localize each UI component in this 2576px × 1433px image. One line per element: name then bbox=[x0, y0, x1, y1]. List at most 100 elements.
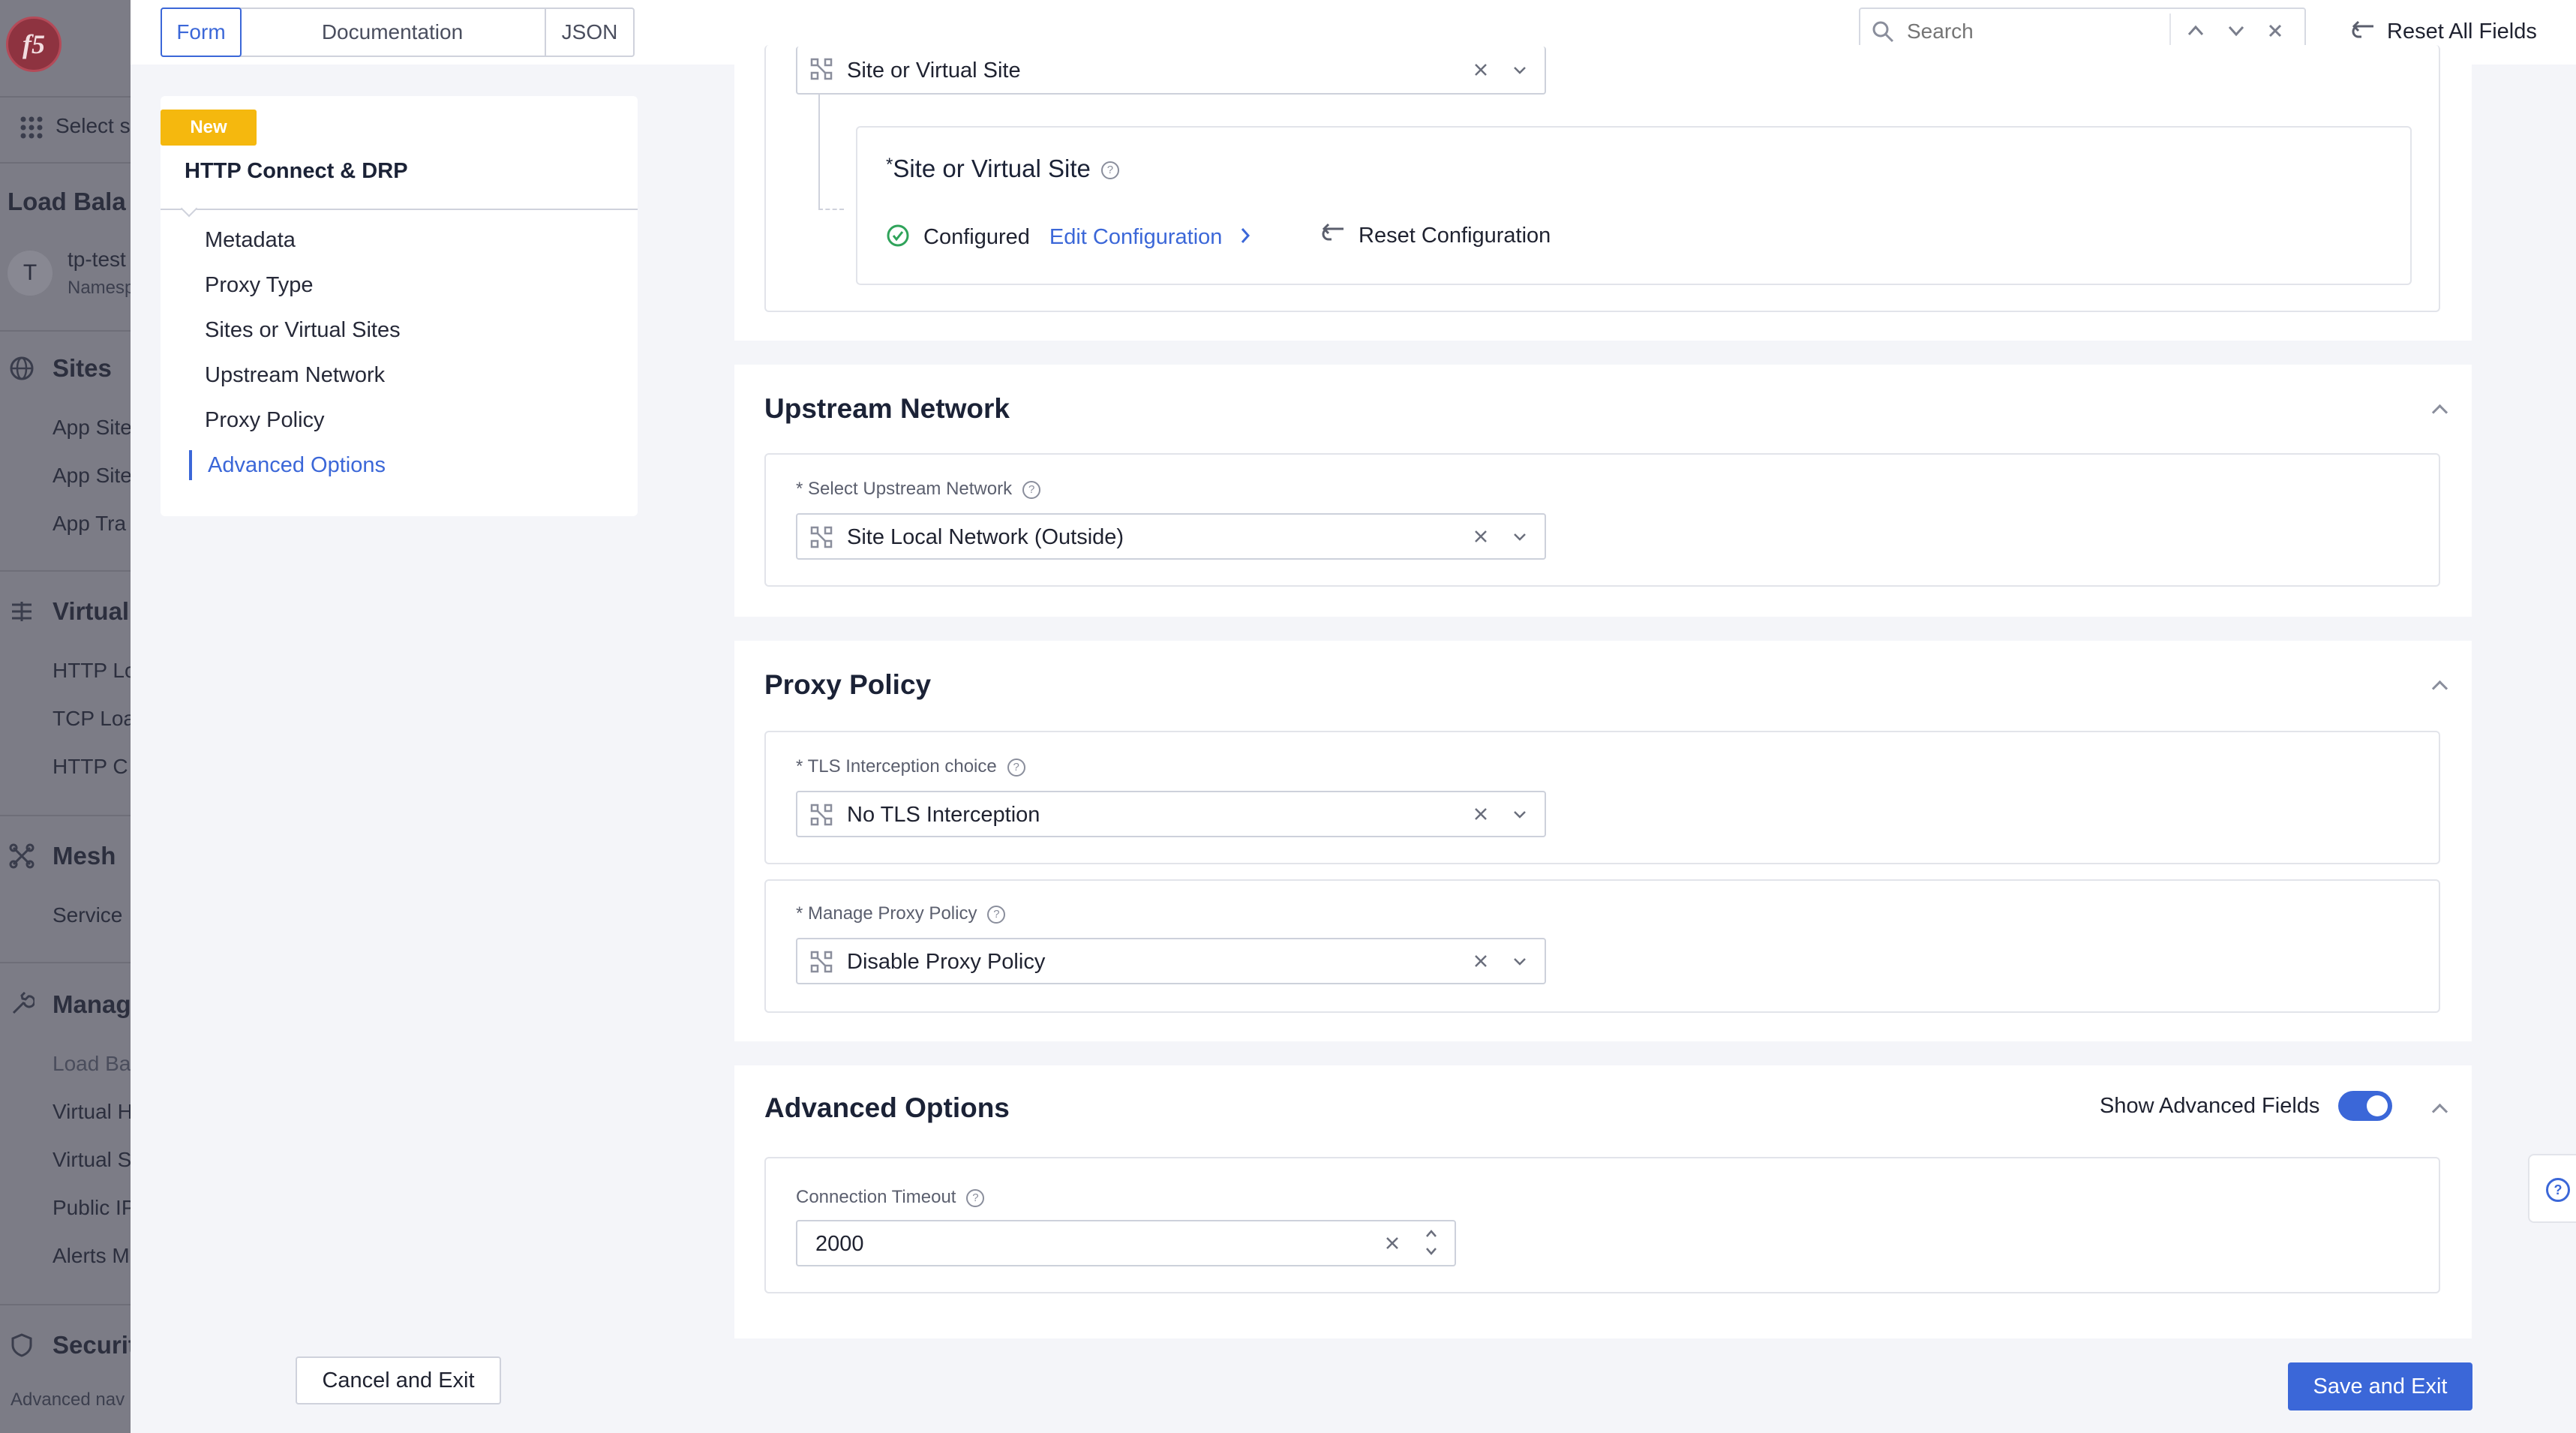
site-select-value: Site or Virtual Site bbox=[847, 59, 1021, 83]
section-title: Upstream Network bbox=[764, 393, 1010, 424]
grid-icon[interactable] bbox=[20, 116, 44, 140]
help-icon: ? bbox=[966, 1188, 985, 1207]
save-and-exit-button[interactable]: Save and Exit bbox=[2288, 1362, 2472, 1410]
help-icon: ? bbox=[1100, 161, 1119, 180]
tab-json[interactable]: JSON bbox=[546, 9, 633, 56]
previous-match-icon[interactable] bbox=[2184, 20, 2207, 46]
chevron-down-icon[interactable] bbox=[1512, 62, 1528, 82]
chevron-down-icon[interactable] bbox=[1512, 806, 1528, 826]
chevron-down-icon[interactable] bbox=[1512, 953, 1528, 973]
field-label: * TLS Interception choice? bbox=[796, 756, 1025, 777]
clear-icon[interactable] bbox=[1473, 528, 1489, 548]
toggle-knob bbox=[2367, 1095, 2388, 1116]
collapse-icon[interactable] bbox=[2431, 1103, 2448, 1120]
nav-item[interactable]: App Tra bbox=[53, 512, 126, 536]
manage-proxy-policy-select[interactable]: Disable Proxy Policy bbox=[796, 938, 1546, 984]
collapse-icon[interactable] bbox=[2431, 680, 2448, 697]
decrement-icon[interactable] bbox=[1423, 1244, 1440, 1263]
reset-all-fields-button[interactable]: Reset All Fields bbox=[2351, 15, 2537, 48]
question-icon: ? bbox=[2546, 1178, 2570, 1202]
reset-icon bbox=[1321, 223, 1347, 249]
field-label: Connection Timeout? bbox=[796, 1187, 985, 1208]
progress-divider bbox=[161, 209, 638, 210]
active-indicator bbox=[189, 450, 192, 480]
collapse-icon[interactable] bbox=[2431, 404, 2448, 421]
search-icon bbox=[1871, 20, 1895, 47]
nav-group-manage[interactable]: Manag bbox=[53, 990, 131, 1019]
configured-label: Configured bbox=[923, 224, 1030, 249]
nav-item[interactable]: TCP Loa bbox=[53, 707, 131, 731]
mesh-icon bbox=[9, 843, 35, 873]
show-advanced-fields-label: Show Advanced Fields bbox=[2100, 1094, 2320, 1118]
help-widget[interactable]: ? bbox=[2528, 1154, 2576, 1223]
namespace-sub: Namesp bbox=[68, 278, 131, 298]
configured-status: Configured Edit Configuration bbox=[886, 222, 1252, 252]
clear-icon[interactable] bbox=[1473, 62, 1489, 82]
cancel-and-exit-button[interactable]: Cancel and Exit bbox=[296, 1356, 501, 1404]
nav-item[interactable]: HTTP Lo bbox=[53, 659, 131, 683]
nav-group-sites[interactable]: Sites bbox=[53, 354, 112, 383]
nav-group-mesh[interactable]: Mesh bbox=[53, 842, 116, 870]
nav-group-virtual[interactable]: Virtual bbox=[53, 597, 129, 626]
nav-item[interactable]: Load Ba bbox=[53, 1052, 131, 1076]
f5-logo[interactable]: f5 bbox=[6, 17, 62, 72]
check-circle-icon bbox=[886, 224, 910, 251]
nav-group-security[interactable]: Securit bbox=[53, 1331, 131, 1359]
field-box: Connection Timeout? 2000 bbox=[764, 1157, 2440, 1293]
progress-item-proxy-type[interactable]: Proxy Type bbox=[205, 273, 314, 298]
progress-item-advanced-options[interactable]: Advanced Options bbox=[208, 453, 386, 478]
tree-connector bbox=[818, 95, 844, 210]
section-advanced-options: Advanced Options Show Advanced Fields Co… bbox=[734, 1065, 2472, 1338]
select-workspace[interactable]: Select s bbox=[56, 114, 131, 138]
section-title: Proxy Policy bbox=[764, 669, 932, 700]
site-config-title: *Site or Virtual Site? bbox=[886, 155, 1119, 183]
reset-configuration-button[interactable]: Reset Configuration bbox=[1321, 221, 1551, 251]
tls-interception-select[interactable]: No TLS Interception bbox=[796, 791, 1546, 837]
chevron-down-icon[interactable] bbox=[1512, 528, 1528, 548]
namespace-name[interactable]: tp-test bbox=[68, 248, 126, 272]
chevron-right-icon[interactable] bbox=[1238, 226, 1252, 249]
tab-form[interactable]: Form bbox=[161, 8, 242, 57]
help-icon: ? bbox=[1007, 758, 1025, 777]
network-icon bbox=[809, 57, 833, 85]
progress-item-upstream-network[interactable]: Upstream Network bbox=[205, 363, 385, 388]
clear-icon[interactable] bbox=[1384, 1235, 1401, 1255]
nav-item[interactable]: Virtual H bbox=[53, 1100, 131, 1124]
next-match-icon[interactable] bbox=[2225, 20, 2247, 46]
nav-item[interactable]: Service bbox=[53, 903, 122, 927]
progress-title: HTTP Connect & DRP bbox=[185, 159, 408, 183]
search-input[interactable] bbox=[1905, 15, 2193, 48]
clear-icon[interactable] bbox=[1473, 806, 1489, 826]
help-icon: ? bbox=[987, 905, 1006, 924]
virtual-icon bbox=[9, 599, 35, 628]
site-select[interactable]: Site or Virtual Site bbox=[796, 47, 1546, 95]
field-box: * Manage Proxy Policy? Disable Proxy Pol… bbox=[764, 879, 2440, 1013]
clear-icon[interactable] bbox=[1473, 953, 1489, 973]
field-label: * Manage Proxy Policy? bbox=[796, 903, 1006, 924]
clear-search-icon[interactable] bbox=[2265, 21, 2285, 44]
progress-item-sites[interactable]: Sites or Virtual Sites bbox=[205, 318, 401, 343]
network-icon bbox=[809, 950, 833, 978]
section-upstream-network: Upstream Network * Select Upstream Netwo… bbox=[734, 365, 2472, 617]
progress-item-proxy-policy[interactable]: Proxy Policy bbox=[205, 408, 325, 433]
progress-item-metadata[interactable]: Metadata bbox=[205, 228, 296, 253]
edit-configuration-link[interactable]: Edit Configuration bbox=[1049, 225, 1223, 250]
nav-footer-text[interactable]: Advanced nav bbox=[11, 1389, 125, 1410]
nav-item[interactable]: HTTP C bbox=[53, 755, 128, 779]
tab-documentation[interactable]: Documentation bbox=[240, 9, 546, 56]
nav-item[interactable]: App Site bbox=[53, 464, 131, 488]
nav-item[interactable]: Public IP bbox=[53, 1196, 131, 1220]
show-advanced-fields-toggle[interactable] bbox=[2338, 1091, 2392, 1121]
upstream-network-select[interactable]: Site Local Network (Outside) bbox=[796, 513, 1546, 560]
field-box: * TLS Interception choice? No TLS Interc… bbox=[764, 731, 2440, 864]
network-icon bbox=[809, 525, 833, 553]
globe-icon bbox=[9, 356, 35, 385]
nav-item[interactable]: Alerts M bbox=[53, 1244, 130, 1268]
nav-item[interactable]: App Site bbox=[53, 416, 131, 440]
field-box: * Select Upstream Network? Site Local Ne… bbox=[764, 453, 2440, 587]
increment-icon[interactable] bbox=[1423, 1226, 1440, 1245]
connection-timeout-value: 2000 bbox=[815, 1232, 864, 1256]
nav-item[interactable]: Virtual S bbox=[53, 1148, 131, 1172]
connection-timeout-input[interactable]: 2000 bbox=[796, 1220, 1456, 1266]
namespace-avatar[interactable]: T bbox=[8, 251, 53, 296]
